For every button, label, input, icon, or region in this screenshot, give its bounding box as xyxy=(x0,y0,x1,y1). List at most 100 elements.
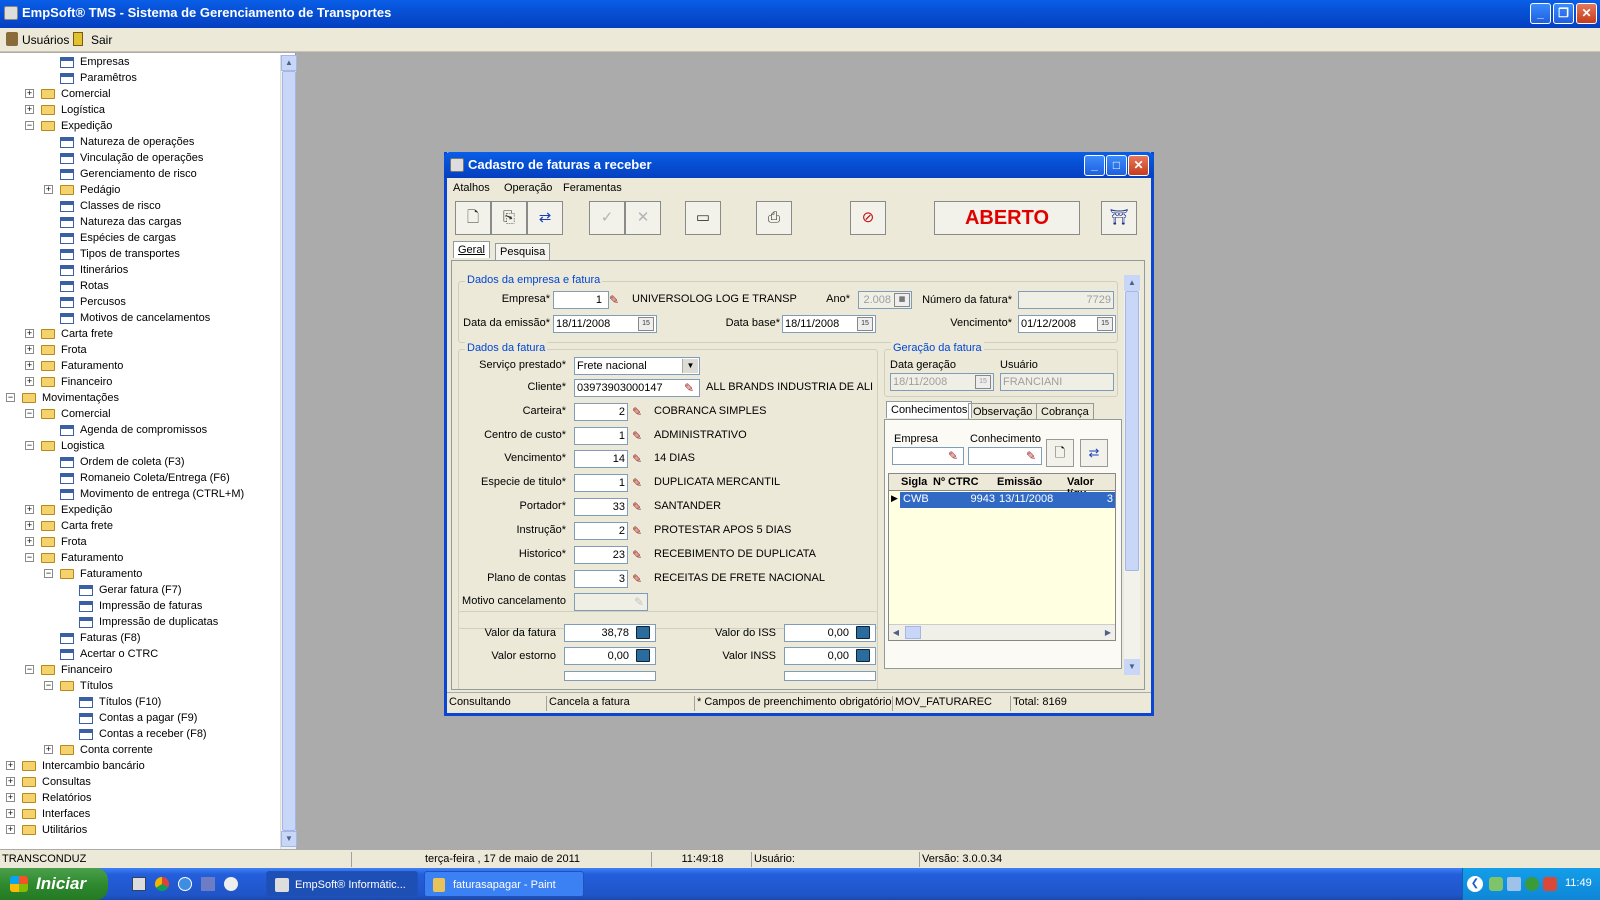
cliente-lookup-icon[interactable]: ✎ xyxy=(680,379,698,397)
collapse-icon[interactable]: − xyxy=(6,393,15,402)
tree-folder-item[interactable]: + Intercambio bancário xyxy=(0,758,280,774)
conh-conhecimento-lookup-icon[interactable]: ✎ xyxy=(1022,447,1040,465)
emissao-calendar-icon[interactable]: 15 xyxy=(638,317,654,331)
lookup-icon[interactable]: ✎ xyxy=(628,546,646,564)
expand-icon[interactable]: + xyxy=(6,793,15,802)
tree-item[interactable]: Gerar fatura (F7) xyxy=(0,582,280,598)
tree-item[interactable]: Espécies de cargas xyxy=(0,230,280,246)
tray-alert-icon[interactable] xyxy=(1543,877,1557,891)
tree-item[interactable]: Tipos de transportes xyxy=(0,246,280,262)
start-button[interactable]: Iniciar xyxy=(0,868,108,900)
tree-folder-item[interactable]: + Frota xyxy=(0,342,280,358)
tree-item[interactable]: Itinerários xyxy=(0,262,280,278)
grid-hscrollbar[interactable]: ◀ ▶ xyxy=(889,624,1115,640)
expand-icon[interactable]: + xyxy=(6,825,15,834)
tray-clock[interactable]: 11:49 xyxy=(1565,877,1592,889)
tree-item[interactable]: Acertar o CTRC xyxy=(0,646,280,662)
tree-item[interactable]: Natureza de operações xyxy=(0,134,280,150)
close-button[interactable]: ✕ xyxy=(1576,3,1597,24)
tray-network-icon[interactable] xyxy=(1489,877,1503,891)
tree-folder-item[interactable]: − Expedição xyxy=(0,118,280,134)
tree-folder-item[interactable]: + Logística xyxy=(0,102,280,118)
empresa-input[interactable]: 1 xyxy=(553,291,609,309)
expand-icon[interactable]: + xyxy=(25,521,34,530)
add-conhecimento-button[interactable]: 🗋 xyxy=(1046,439,1074,467)
tree-folder-item[interactable]: − Movimentações xyxy=(0,390,280,406)
menu-exit[interactable]: Sair xyxy=(91,33,112,47)
scroll-up-button[interactable]: ▲ xyxy=(281,55,297,71)
tree-item[interactable]: Impressão de faturas xyxy=(0,598,280,614)
tree-item[interactable]: Classes de risco xyxy=(0,198,280,214)
expand-icon[interactable]: + xyxy=(6,761,15,770)
tree-item[interactable]: Romaneio Coleta/Entrega (F6) xyxy=(0,470,280,486)
tree-item[interactable]: Ordem de coleta (F3) xyxy=(0,454,280,470)
tree-folder-item[interactable]: + Frota xyxy=(0,534,280,550)
tree-item[interactable]: Vinculação de operações xyxy=(0,150,280,166)
tree-folder-item[interactable]: + Consultas xyxy=(0,774,280,790)
collapse-icon[interactable]: − xyxy=(25,553,34,562)
print-button[interactable]: ⎙ xyxy=(756,201,792,235)
expand-icon[interactable]: + xyxy=(6,809,15,818)
tree-folder-item[interactable]: + Financeiro xyxy=(0,374,280,390)
grid-col-emissao[interactable]: Emissão xyxy=(997,476,1042,488)
calc-icon[interactable] xyxy=(856,649,870,662)
restore-button[interactable]: ❐ xyxy=(1553,3,1574,24)
scroll-right-button[interactable]: ▶ xyxy=(1101,625,1115,640)
tray-arrow-icon[interactable]: ❮ xyxy=(1467,876,1483,892)
lookup-icon[interactable]: ✎ xyxy=(628,498,646,516)
tree-folder-item[interactable]: + Faturamento xyxy=(0,358,280,374)
expand-icon[interactable]: + xyxy=(25,105,34,114)
field-code-input[interactable]: 1 xyxy=(574,427,628,445)
tree-item[interactable]: Percusos xyxy=(0,294,280,310)
servico-dropdown-icon[interactable]: ▼ xyxy=(682,359,698,373)
tree-item[interactable]: Contas a receber (F8) xyxy=(0,726,280,742)
expand-icon[interactable]: + xyxy=(25,89,34,98)
taskbar-item-empsoft[interactable]: EmpSoft® Informátic... xyxy=(266,871,418,897)
lookup-icon[interactable]: ✎ xyxy=(628,570,646,588)
tree-item[interactable]: Faturas (F8) xyxy=(0,630,280,646)
collapse-icon[interactable]: − xyxy=(25,409,34,418)
dialog-minimize-button[interactable]: _ xyxy=(1084,155,1105,176)
tree-item[interactable]: Contas a pagar (F9) xyxy=(0,710,280,726)
quicklaunch-media-icon[interactable] xyxy=(224,877,238,891)
edit-conhecimento-button[interactable]: ⇄ xyxy=(1080,439,1108,467)
quicklaunch-ie-icon[interactable] xyxy=(178,877,192,891)
tray-monitor-icon[interactable] xyxy=(1507,877,1521,891)
expand-icon[interactable]: + xyxy=(25,537,34,546)
tree-folder-item[interactable]: + Utilitários xyxy=(0,822,280,838)
collapse-icon[interactable]: − xyxy=(25,665,34,674)
collapse-icon[interactable]: − xyxy=(25,441,34,450)
lookup-icon[interactable]: ✎ xyxy=(628,522,646,540)
field-code-input[interactable]: 1 xyxy=(574,474,628,492)
dialog-menu-ferramentas[interactable]: Feramentas xyxy=(563,182,622,194)
quicklaunch-app-icon[interactable] xyxy=(201,877,215,891)
calc-icon[interactable] xyxy=(636,626,650,639)
edit-button[interactable]: ⇄ xyxy=(527,201,563,235)
tree-folder-item[interactable]: + Expedição xyxy=(0,502,280,518)
tree-item[interactable]: Paramêtros xyxy=(0,70,280,86)
field-code-input[interactable]: 33 xyxy=(574,498,628,516)
menu-users[interactable]: Usuários xyxy=(22,33,69,47)
tree-item[interactable]: Impressão de duplicatas xyxy=(0,614,280,630)
calc-icon[interactable] xyxy=(856,626,870,639)
scroll-thumb[interactable] xyxy=(282,71,296,831)
quicklaunch-desktop-icon[interactable] xyxy=(132,877,146,891)
tree-folder-item[interactable]: − Faturamento xyxy=(0,566,280,582)
expand-icon[interactable]: + xyxy=(6,777,15,786)
grid-col-sigla[interactable]: Sigla xyxy=(901,476,927,488)
field-code-input[interactable]: 3 xyxy=(574,570,628,588)
expand-icon[interactable]: + xyxy=(44,185,53,194)
tree-folder-item[interactable]: − Comercial xyxy=(0,406,280,422)
content-scrollbar[interactable]: ▲ ▼ xyxy=(1124,275,1140,675)
scroll-thumb[interactable] xyxy=(1125,291,1139,571)
scroll-left-button[interactable]: ◀ xyxy=(889,625,903,640)
empresa-lookup-icon[interactable]: ✎ xyxy=(605,291,623,309)
tree-folder-item[interactable]: − Faturamento xyxy=(0,550,280,566)
tab-conhecimentos[interactable]: Conhecimentos xyxy=(886,401,973,418)
lookup-icon[interactable]: ✎ xyxy=(628,450,646,468)
collapse-icon[interactable]: − xyxy=(44,569,53,578)
tab-pesquisa[interactable]: Pesquisa xyxy=(495,243,551,260)
quicklaunch-chrome-icon[interactable] xyxy=(155,877,169,891)
vencimento-calendar-icon[interactable]: 15 xyxy=(1097,317,1113,331)
tree-item[interactable]: Empresas xyxy=(0,54,280,70)
